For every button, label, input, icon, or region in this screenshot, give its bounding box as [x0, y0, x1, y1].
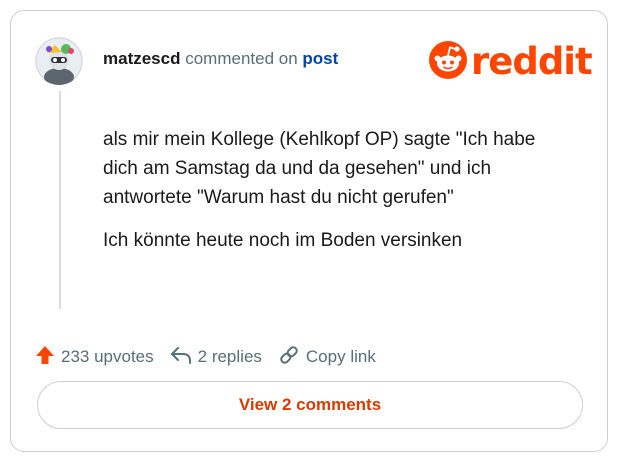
upvote-arrow-icon [35, 345, 61, 370]
replies-button[interactable]: 2 replies [170, 345, 262, 370]
action-bar: 233 upvotes 2 replies Copy link [35, 343, 392, 371]
copy-link-button[interactable]: Copy link [278, 345, 376, 370]
comment-header: matzescd commented on post [103, 47, 338, 71]
reply-arrow-icon [170, 345, 198, 370]
upvote-button[interactable]: 233 upvotes [35, 345, 154, 370]
username[interactable]: matzescd [103, 49, 180, 68]
upvote-count: 233 upvotes [61, 347, 154, 366]
comment-body: als mir mein Kollege (Kehlkopf OP) sagte… [103, 125, 573, 269]
action-text: commented on [185, 49, 298, 68]
copy-link-label: Copy link [305, 347, 376, 366]
comment-paragraph: als mir mein Kollege (Kehlkopf OP) sagte… [103, 129, 536, 208]
link-icon [278, 345, 306, 370]
reddit-logo[interactable]: reddit [429, 40, 593, 84]
avatar[interactable] [35, 37, 83, 85]
logo-text: reddit [471, 40, 593, 83]
comment-card: matzescd commented on post reddit als mi… [10, 10, 608, 452]
comment-paragraph: Ich könnte heute noch im Boden versinken [103, 230, 463, 251]
view-comments-button[interactable]: View 2 comments [37, 381, 583, 429]
replies-count: 2 replies [197, 347, 262, 366]
post-link[interactable]: post [302, 49, 338, 68]
reddit-snoo-icon [429, 40, 467, 84]
thread-line [59, 91, 61, 309]
